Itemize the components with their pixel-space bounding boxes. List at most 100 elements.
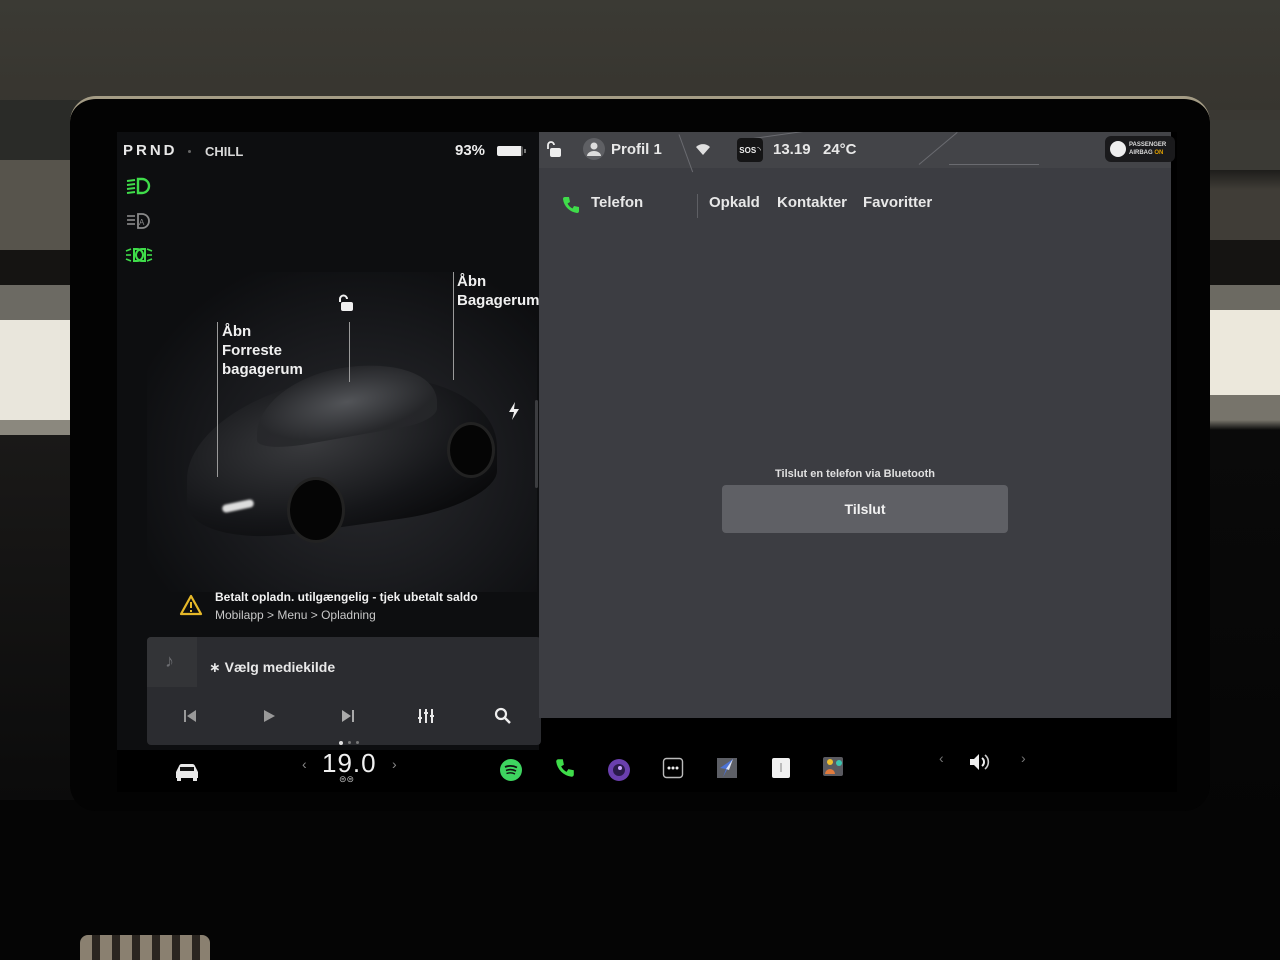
battery-icon (497, 146, 526, 156)
skip-back-icon (184, 710, 196, 722)
sos-button[interactable]: SOS ◝ (737, 138, 763, 162)
front-wheel (287, 477, 345, 543)
phone-app-panel: Profil 1 SOS ◝ 13.19 24°C PASSENGER AIRB… (539, 132, 1175, 718)
bolt-icon[interactable] (507, 402, 521, 420)
low-beam-headlight-icon[interactable] (125, 176, 153, 196)
map-road (678, 134, 694, 173)
car-render (147, 272, 537, 592)
charging-alert[interactable]: Betalt opladn. utilgængelig - tjek ubeta… (177, 584, 517, 628)
temp-down-button[interactable]: ‹ (302, 756, 307, 772)
map-road (918, 132, 958, 165)
volume-up-button[interactable]: › (1021, 750, 1026, 766)
phone-app[interactable] (551, 754, 579, 782)
background-pedal (80, 935, 210, 960)
unlock-icon[interactable] (337, 294, 355, 312)
seat-heater-icon[interactable]: ⊜⊜ (339, 774, 354, 785)
background-right (1200, 120, 1280, 820)
volume-button[interactable] (967, 748, 995, 776)
phone-title: Telefon (591, 194, 644, 211)
profile-avatar[interactable] (583, 138, 605, 160)
temp-up-button[interactable]: › (392, 756, 397, 772)
alert-subtitle: Mobilapp > Menu > Opladning (215, 608, 376, 622)
spotify-app[interactable] (497, 756, 525, 784)
passenger-airbag-status: PASSENGER AIRBAG ON (1105, 136, 1175, 162)
media-source-selector[interactable]: ∗ Vælg mediekilde (209, 659, 335, 676)
background-ceiling (0, 0, 1280, 110)
map-road (949, 164, 1039, 165)
toybox-app[interactable] (819, 752, 847, 780)
auto-headlight-icon[interactable]: A (125, 211, 153, 231)
tab-favorites[interactable]: Favoritter (863, 194, 932, 211)
background-left (0, 100, 80, 800)
bluetooth-prompt: Tilslut en telefon via Bluetooth (775, 468, 935, 480)
play-icon (264, 710, 275, 722)
airbag-icon (1110, 141, 1126, 157)
unlock-status-icon[interactable] (545, 140, 563, 160)
trunk-callout-line (453, 272, 454, 380)
airbag-line1: PASSENGER (1129, 142, 1167, 148)
phone-icon (563, 197, 579, 213)
search-icon (494, 707, 511, 724)
skip-forward-icon (342, 710, 354, 722)
lock-callout-line (349, 322, 350, 382)
page-dot[interactable] (356, 741, 359, 744)
sos-label: SOS (739, 145, 757, 155)
navigation-app[interactable] (713, 754, 741, 782)
open-frunk-button[interactable]: Åbn Forreste bagagerum (222, 322, 303, 379)
album-art: ♪ (147, 637, 197, 687)
toybox-icon (823, 757, 843, 776)
page-dot[interactable] (339, 741, 343, 745)
media-page-indicator[interactable] (339, 741, 359, 745)
frunk-label-line3: bagagerum (222, 361, 303, 378)
phone-signal-icon: ◝ (757, 144, 761, 155)
tab-calls[interactable]: Opkald (709, 194, 760, 211)
more-icon (662, 757, 684, 779)
car-icon (176, 763, 198, 781)
frunk-callout-line (217, 322, 218, 477)
page-dot[interactable] (348, 741, 351, 744)
speaker-volume-icon (970, 754, 990, 770)
open-trunk-button[interactable]: Åbn Bagagerum (457, 272, 540, 310)
profile-name[interactable]: Profil 1 (611, 141, 662, 158)
bottom-dock: ‹ 19.0 › ⊜⊜ ‹ › (117, 748, 1177, 792)
person-icon (587, 142, 601, 156)
tab-divider (697, 194, 698, 218)
music-note-icon: ♪ (165, 651, 174, 671)
previous-track-button[interactable] (177, 705, 203, 727)
rear-wheel (447, 422, 495, 478)
frunk-label-line2: Forreste (222, 342, 283, 359)
play-button[interactable] (256, 705, 282, 727)
camera-icon (608, 759, 630, 781)
gear-indicator: PRND (123, 142, 178, 159)
more-apps-button[interactable] (659, 754, 687, 782)
spotify-icon (500, 759, 522, 781)
equalizer-button[interactable] (413, 705, 439, 727)
car-controls-button[interactable] (173, 758, 201, 786)
next-track-button[interactable] (335, 705, 361, 727)
airbag-state: ON (1154, 150, 1164, 156)
wifi-icon[interactable] (695, 142, 711, 156)
car-panel: PRND CHILL 93% A Åbn Forreste bagagerum … (117, 132, 541, 750)
tab-contacts[interactable]: Kontakter (777, 194, 847, 211)
frunk-label-line1: Åbn (222, 323, 252, 340)
warning-icon (179, 594, 203, 616)
owners-manual-app[interactable] (767, 754, 795, 782)
outside-temperature: 24°C (823, 141, 857, 158)
drive-mode: CHILL (205, 144, 244, 159)
connect-button[interactable]: Tilslut (722, 485, 1008, 533)
search-button[interactable] (490, 705, 516, 727)
separator-dot (188, 150, 191, 153)
parking-lights-icon[interactable] (125, 245, 153, 265)
volume-down-button[interactable]: ‹ (939, 750, 944, 766)
trunk-label-line1: Åbn (457, 273, 487, 290)
top-status-bar: Profil 1 SOS ◝ 13.19 24°C PASSENGER AIRB… (539, 132, 1175, 173)
media-source-label: Vælg mediekilde (224, 659, 336, 675)
clock: 13.19 (773, 141, 811, 158)
airbag-line2: AIRBAG (1129, 150, 1153, 156)
alert-title: Betalt opladn. utilgængelig - tjek ubeta… (215, 590, 478, 604)
bluetooth-icon: ∗ (209, 659, 221, 675)
camera-app[interactable] (605, 756, 633, 784)
touchscreen: PRND CHILL 93% A Åbn Forreste bagagerum … (117, 132, 1177, 792)
trunk-label-line2: Bagagerum (457, 292, 540, 309)
scrollbar[interactable] (535, 400, 538, 488)
